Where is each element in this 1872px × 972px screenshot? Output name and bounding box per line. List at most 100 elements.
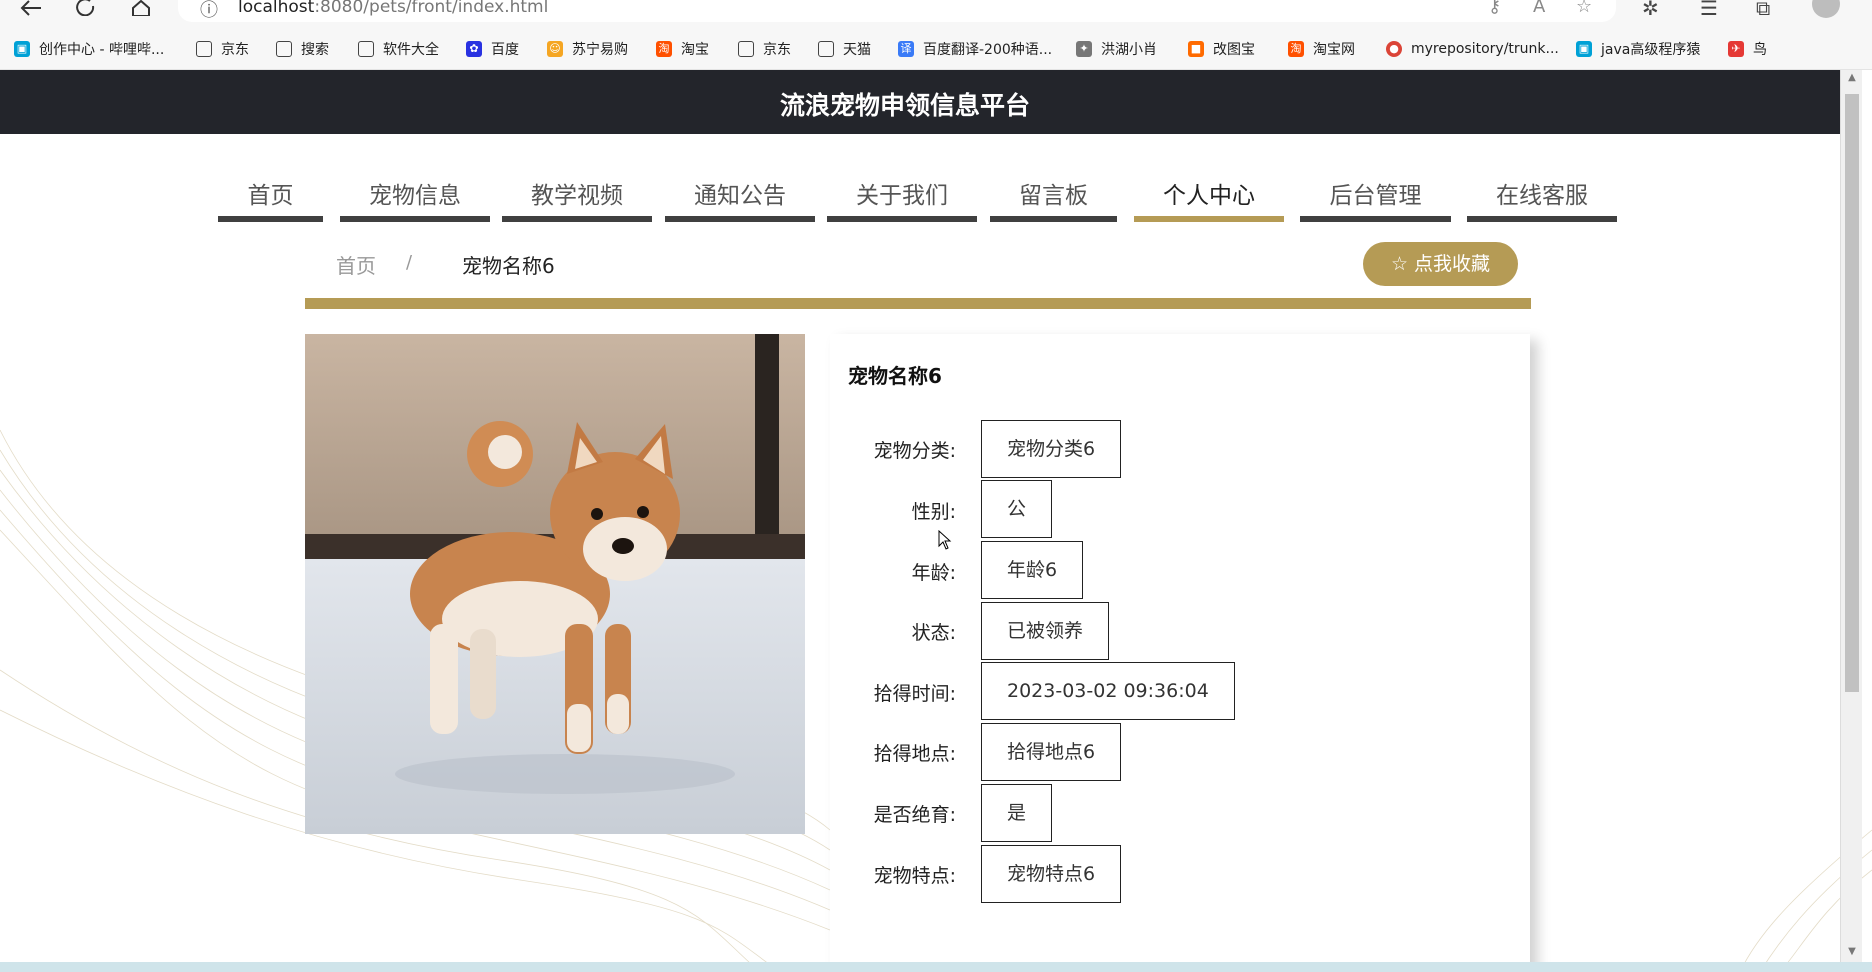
- field-label-category: 宠物分类:: [873, 440, 956, 462]
- bookmark-item[interactable]: 淘淘宝网: [1288, 38, 1355, 60]
- bookmark-item[interactable]: ✦ 洪湖小肖: [1076, 38, 1157, 60]
- breadcrumb-current: 宠物名称6: [462, 254, 555, 278]
- nav-online-service[interactable]: 在线客服: [1467, 158, 1617, 222]
- bookmark-item[interactable]: 搜索: [276, 38, 329, 60]
- url-host: localhost: [238, 0, 315, 17]
- bookmark-label: java高级程序猿: [1601, 42, 1701, 58]
- extensions-icon[interactable]: ✲: [1642, 0, 1659, 20]
- scroll-up-icon[interactable]: ▲: [1845, 72, 1859, 83]
- back-arrow-icon[interactable]: [16, 0, 46, 20]
- collections-icon[interactable]: ⧉: [1756, 0, 1770, 20]
- browser-toolbar: ⓘ localhost:8080/pets/front/index.html ⚷…: [0, 0, 1872, 28]
- bookmark-label: 淘宝网: [1313, 42, 1355, 58]
- home-icon[interactable]: [126, 0, 156, 20]
- bookmark-label: 百度: [491, 42, 519, 58]
- nav-about[interactable]: 关于我们: [827, 158, 977, 222]
- site-title: 流浪宠物申领信息平台: [779, 91, 1030, 120]
- bookmark-label: 京东: [221, 42, 249, 58]
- bird-icon: ✈: [1728, 41, 1744, 57]
- baidu-translate-icon: 译: [898, 41, 914, 57]
- nav-notices[interactable]: 通知公告: [665, 158, 815, 222]
- url-path: :8080/pets/front/index.html: [314, 0, 549, 17]
- taobao-icon: 淘: [1288, 41, 1304, 57]
- bookmark-label: 淘宝: [681, 42, 709, 58]
- bookmark-label: 搜索: [301, 42, 329, 58]
- field-label-gender: 性别:: [911, 501, 956, 523]
- nav-videos[interactable]: 教学视频: [502, 158, 652, 222]
- field-value-features: 宠物特点6: [981, 845, 1122, 903]
- bookmark-item[interactable]: ▣ java高级程序猿: [1576, 38, 1700, 60]
- page-scrollbar[interactable]: ▲ ▼: [1840, 70, 1862, 962]
- bookmark-label: myrepository/trunk...: [1411, 41, 1559, 57]
- bookmark-item[interactable]: 天猫: [818, 38, 871, 60]
- site-header: 流浪宠物申领信息平台: [0, 70, 1840, 134]
- field-value-category: 宠物分类6: [981, 420, 1122, 478]
- shiba-dog-image: [305, 334, 805, 834]
- bookmark-item[interactable]: 软件大全: [358, 38, 439, 60]
- bookmark-item[interactable]: ✈ 鸟: [1728, 38, 1767, 60]
- field-label-features: 宠物特点:: [873, 865, 956, 887]
- bookmark-item[interactable]: ▣ 创作中心 - 哔哩哔...: [14, 38, 164, 60]
- page-icon: [196, 41, 212, 57]
- nav-pet-info[interactable]: 宠物信息: [340, 158, 490, 222]
- bookmarks-bar: ▣ 创作中心 - 哔哩哔... 京东 搜索 软件大全 ✿ 百度 ☺ 苏宁易购 淘淘宝 …: [0, 28, 1872, 70]
- breadcrumb-home-link[interactable]: 首页: [336, 250, 376, 279]
- nav-personal-center[interactable]: 个人中心: [1134, 158, 1284, 222]
- field-value-found-time: 2023-03-02 09:36:04: [981, 662, 1235, 720]
- taobao-icon: 淘: [656, 41, 672, 57]
- profile-avatar[interactable]: [1812, 0, 1840, 18]
- scroll-down-icon[interactable]: ▼: [1845, 946, 1859, 957]
- bookmark-label: 天猫: [843, 42, 871, 58]
- favorites-icon[interactable]: ☰: [1700, 0, 1718, 20]
- bookmark-item[interactable]: 京东: [738, 38, 791, 60]
- info-icon[interactable]: ⓘ: [200, 0, 218, 22]
- address-bar[interactable]: ⓘ localhost:8080/pets/front/index.html ⚷…: [178, 0, 1616, 22]
- bookmark-label: 鸟: [1753, 42, 1767, 58]
- bookmark-item[interactable]: ✿ 百度: [466, 38, 519, 60]
- divider-bar: [305, 298, 1531, 309]
- favorite-button[interactable]: ☆ 点我收藏: [1363, 242, 1518, 286]
- bookmark-label: 苏宁易购: [572, 42, 628, 58]
- key-icon[interactable]: ⚷: [1488, 0, 1501, 17]
- reload-icon[interactable]: [71, 0, 101, 20]
- bird-icon: ✦: [1076, 41, 1092, 57]
- field-value-age: 年龄6: [981, 541, 1084, 599]
- chrome-icon: ●: [1386, 41, 1402, 57]
- nav-home[interactable]: 首页: [218, 158, 323, 222]
- pet-photo: [305, 334, 805, 834]
- read-aloud-icon[interactable]: A: [1533, 0, 1545, 17]
- baidu-icon: ✿: [466, 41, 482, 57]
- bilibili-icon: ▣: [1576, 41, 1592, 57]
- bottom-strip: [0, 962, 1872, 972]
- bookmark-item[interactable]: 淘淘宝: [656, 38, 709, 60]
- bookmark-item[interactable]: ■ 改图宝: [1188, 38, 1255, 60]
- bookmark-item[interactable]: ● myrepository/trunk...: [1386, 38, 1559, 60]
- breadcrumb-separator: /: [406, 252, 413, 273]
- field-value-gender: 公: [981, 480, 1053, 538]
- bookmark-label: 软件大全: [383, 42, 439, 58]
- suning-icon: ☺: [547, 41, 563, 57]
- bookmark-label: 创作中心 - 哔哩哔...: [39, 42, 165, 58]
- bookmark-label: 洪湖小肖: [1101, 42, 1157, 58]
- mouse-cursor-icon: [938, 530, 952, 550]
- favorite-add-icon[interactable]: ☆: [1576, 0, 1592, 17]
- field-label-neutered: 是否绝育:: [873, 804, 956, 826]
- field-label-age: 年龄:: [911, 562, 956, 584]
- field-label-found-place: 拾得地点:: [873, 743, 956, 765]
- bilibili-icon: ▣: [14, 41, 30, 57]
- pet-name-heading: 宠物名称6: [848, 364, 942, 388]
- scroll-thumb[interactable]: [1845, 94, 1859, 692]
- bookmark-label: 京东: [763, 42, 791, 58]
- nav-admin[interactable]: 后台管理: [1300, 158, 1451, 222]
- bookmark-item[interactable]: 京东: [196, 38, 249, 60]
- bookmark-item[interactable]: ☺ 苏宁易购: [547, 38, 628, 60]
- page-icon: [358, 41, 374, 57]
- gaitubao-icon: ■: [1188, 41, 1204, 57]
- nav-message-board[interactable]: 留言板: [990, 158, 1117, 222]
- bookmark-item[interactable]: 译百度翻译-200种语...: [898, 38, 1052, 60]
- field-label-found-time: 拾得时间:: [873, 683, 956, 705]
- web-page: 流浪宠物申领信息平台 首页 宠物信息 教学视频 通知公告 关于我们 留言板 个人…: [0, 70, 1872, 972]
- page-icon: [818, 41, 834, 57]
- url-text: localhost:8080/pets/front/index.html: [238, 0, 548, 17]
- field-value-status: 已被领养: [981, 602, 1110, 660]
